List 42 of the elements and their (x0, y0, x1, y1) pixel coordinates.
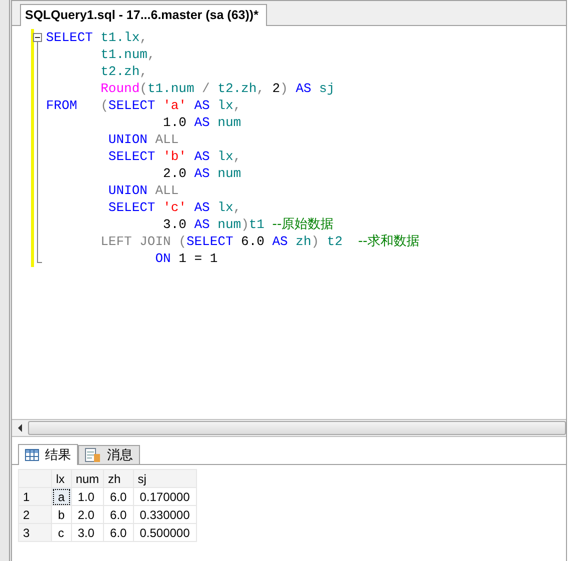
table-cell: 0.170000 (133, 488, 196, 506)
column-header[interactable]: lx (52, 470, 72, 488)
table-cell: 6.0 (104, 488, 134, 506)
result-tab[interactable]: 消息 (78, 445, 140, 464)
document-icon (85, 448, 101, 462)
code-line: SELECT t1.lx, (46, 29, 148, 46)
code-line: Round(t1.num / t2.zh, 2) AS sj (100, 80, 335, 97)
column-header[interactable]: sj (133, 470, 196, 488)
result-tab[interactable]: 结果 (18, 444, 78, 465)
code-line: FROM (SELECT 'a' AS lx, (46, 97, 242, 114)
code-line: 1.0 AS num (162, 114, 242, 131)
row-header[interactable]: 2 (18, 506, 52, 524)
code-line: UNION ALL (107, 182, 179, 199)
column-header[interactable]: num (71, 470, 104, 488)
table-cell: 0.500000 (133, 524, 196, 542)
code-line: ON 1 = 1 (154, 250, 218, 267)
table-cell: b (52, 506, 72, 524)
table-cell: 2.0 (71, 506, 104, 524)
grid-icon (25, 449, 39, 461)
code-line: SELECT 'b' AS lx, (107, 148, 242, 165)
code-line: t2.zh, (100, 63, 148, 80)
table-cell: c (52, 524, 72, 542)
code-line: 2.0 AS num (162, 165, 242, 182)
table-cell: 1.0 (71, 488, 104, 506)
table-cell: 6.0 (104, 524, 134, 542)
code-line: UNION ALL (107, 131, 179, 148)
column-header[interactable]: zh (104, 470, 134, 488)
table-cell: 0.330000 (133, 506, 196, 524)
row-header[interactable]: 1 (18, 488, 52, 506)
code-line: SELECT 'c' AS lx, (107, 199, 242, 216)
code-line: t1.num, (100, 46, 156, 63)
scroll-thumb[interactable] (28, 421, 566, 435)
left-arrow-icon (17, 424, 23, 432)
collapse-outline-icon[interactable] (33, 33, 43, 263)
document-tab[interactable]: SQLQuery1.sql - 17...6.master (sa (63))* (20, 4, 268, 26)
table-cell: 6.0 (104, 506, 134, 524)
horizontal-scrollbar[interactable] (12, 419, 566, 437)
code-line: 3.0 AS num)t1 --原始数据 (162, 216, 334, 233)
table-cell: 3.0 (71, 524, 104, 542)
code-line: LEFT JOIN (SELECT 6.0 AS zh) t2 --求和数据 (100, 233, 420, 250)
row-header[interactable]: 3 (18, 524, 52, 542)
table-cell: a (52, 488, 72, 506)
